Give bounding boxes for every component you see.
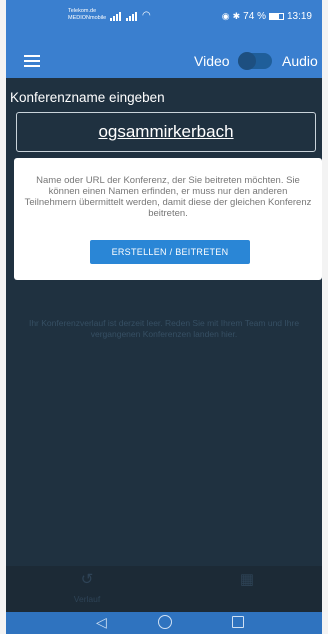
eye-icon: ◉ [221,11,230,21]
signal-icon-2 [126,12,137,21]
audio-video-toggle[interactable] [238,52,272,70]
video-label: Video [194,53,230,69]
clock: 13:19 [286,11,312,22]
bluetooth-icon: ✱ [232,11,241,21]
carrier-secondary: MEDIONmobile [68,15,107,21]
status-bar: Telekom.de MEDIONmobile ◠ ◉ ✱ 74 % 13:19 [6,0,322,44]
system-nav-bar: ◁ [6,612,322,634]
app-screen: Telekom.de MEDIONmobile ◠ ◉ ✱ 74 % 13:19… [6,0,322,634]
nav-history[interactable]: ↺ Verlauf [42,570,132,604]
carrier-name: Telekom.de [68,8,97,14]
calendar-icon: ▦ [239,571,255,588]
menu-icon[interactable] [24,55,40,67]
room-name-input[interactable] [16,112,316,152]
home-icon[interactable] [158,615,172,629]
history-icon: ↺ [80,571,94,588]
info-card: Name oder URL der Konferenz, der Sie bei… [14,158,322,280]
toggle-knob [238,52,256,70]
signal-icon [110,12,121,21]
create-join-button[interactable]: ERSTELLEN / BEITRETEN [90,240,250,264]
battery-percent: 74 % [243,11,266,22]
carrier-info: Telekom.de MEDIONmobile [68,8,106,22]
wifi-icon: ◠ [142,10,151,21]
status-indicators: ◉ ✱ 74 % 13:19 [222,11,312,22]
nav-calendar[interactable]: ▦ [202,570,292,588]
device-frame: Telekom.de MEDIONmobile ◠ ◉ ✱ 74 % 13:19… [0,0,328,634]
battery-icon [268,13,284,20]
room-name-prompt: Konferenzname eingeben [10,90,165,105]
recent-apps-icon[interactable] [232,616,244,628]
nav-history-label: Verlauf [73,594,101,604]
bottom-nav: ↺ Verlauf ▦ [6,566,322,612]
back-icon[interactable]: ◁ [96,614,107,631]
app-bar: Video Audio [6,44,322,78]
audio-label: Audio [282,53,318,69]
empty-history-text: Ihr Konferenzverlauf ist derzeit leer. R… [28,318,300,339]
info-text: Name oder URL der Konferenz, der Sie bei… [24,175,312,219]
